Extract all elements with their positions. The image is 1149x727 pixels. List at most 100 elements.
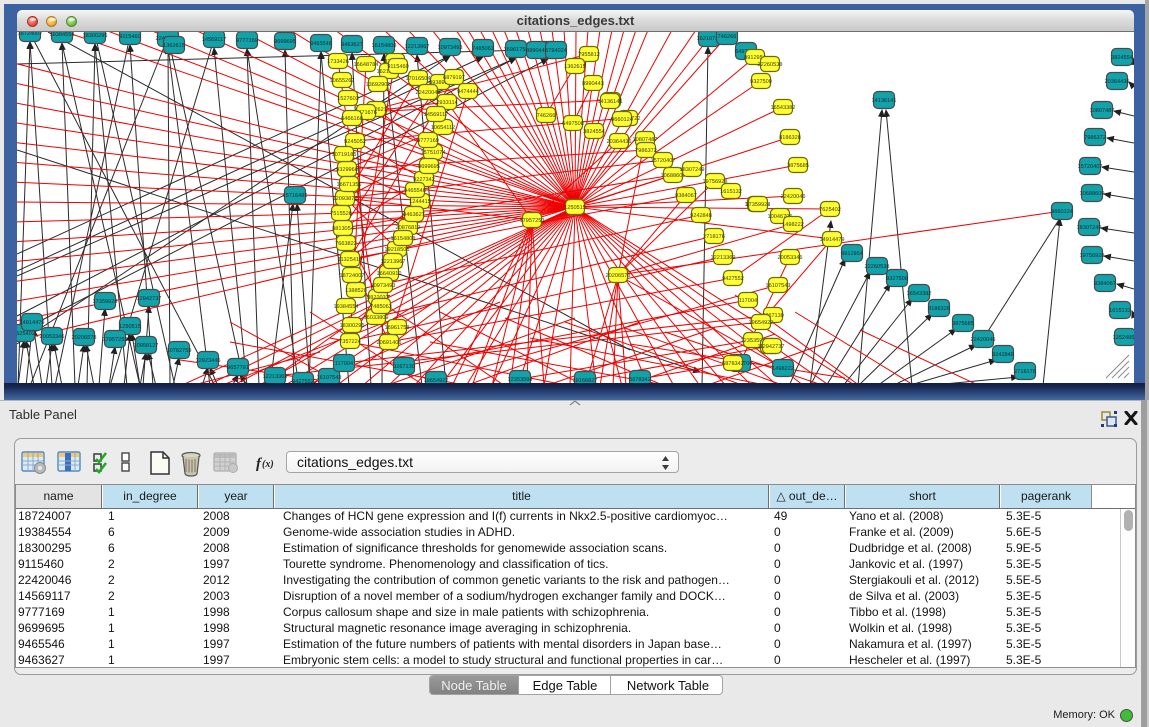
- svg-text:1498222: 1498222: [782, 222, 804, 228]
- svg-text:10655267: 10655267: [330, 78, 355, 84]
- svg-text:16033809: 16033809: [364, 315, 389, 321]
- svg-text:9384067: 9384067: [1094, 281, 1116, 287]
- svg-text:746266: 746266: [537, 113, 556, 119]
- svg-text:15720407: 15720407: [651, 158, 676, 164]
- svg-text:8186328: 8186328: [779, 135, 801, 141]
- svg-text:9327509: 9327509: [750, 79, 772, 85]
- svg-text:16107543: 16107543: [317, 375, 342, 381]
- svg-text:12942737: 12942737: [137, 296, 162, 302]
- svg-text:9463627: 9463627: [403, 212, 425, 218]
- svg-text:18300295: 18300295: [83, 33, 108, 39]
- svg-text:9242848: 9242848: [992, 352, 1014, 358]
- svg-text:3824554: 3824554: [1111, 55, 1133, 61]
- svg-text:17359924: 17359924: [93, 299, 118, 305]
- svg-text:7663822: 7663822: [335, 241, 357, 247]
- svg-text:9699695: 9699695: [418, 164, 440, 170]
- svg-text:22420046: 22420046: [971, 337, 996, 343]
- svg-text:8912954: 8912954: [841, 251, 863, 257]
- svg-text:18307249: 18307249: [680, 167, 705, 173]
- svg-text:5878342: 5878342: [722, 361, 744, 367]
- svg-text:16154808: 16154808: [372, 43, 397, 49]
- svg-text:9657791: 9657791: [227, 365, 249, 371]
- svg-text:16671355: 16671355: [337, 182, 362, 188]
- svg-text:18307249: 18307249: [1077, 225, 1102, 231]
- svg-text:12213369: 12213369: [263, 374, 288, 380]
- svg-text:9115460: 9115460: [119, 34, 140, 40]
- svg-text:12213369: 12213369: [711, 255, 736, 261]
- svg-text:17957253: 17957253: [520, 218, 545, 224]
- svg-text:6497508: 6497508: [562, 121, 584, 127]
- svg-text:1250515: 1250515: [564, 205, 586, 211]
- svg-text:9777169: 9777169: [236, 38, 258, 44]
- svg-text:16107543: 16107543: [766, 283, 791, 289]
- svg-text:6794024: 6794024: [545, 48, 567, 54]
- svg-text:9660124: 9660124: [611, 117, 633, 123]
- svg-text:15716485: 15716485: [283, 193, 308, 199]
- svg-text:10958127: 10958127: [134, 343, 159, 349]
- svg-text:16640910: 16640910: [377, 271, 402, 277]
- svg-text:16154808: 16154808: [391, 236, 416, 242]
- svg-text:20053346: 20053346: [778, 255, 803, 261]
- svg-text:13524851: 13524851: [1113, 335, 1134, 341]
- svg-text:12213967: 12213967: [405, 44, 430, 50]
- svg-text:9699695: 9699695: [274, 39, 296, 45]
- svg-text:20053346: 20053346: [40, 334, 65, 340]
- svg-text:3824554: 3824554: [583, 129, 605, 135]
- svg-text:6466160: 6466160: [341, 116, 363, 122]
- svg-text:14914479: 14914479: [20, 320, 45, 326]
- svg-text:13692901: 13692901: [366, 82, 391, 88]
- svg-text:3875685: 3875685: [952, 321, 974, 327]
- svg-text:14914479: 14914479: [820, 237, 845, 243]
- svg-text:117004: 117004: [335, 361, 353, 367]
- svg-text:14569117: 14569117: [202, 37, 226, 43]
- svg-text:12093872: 12093872: [333, 196, 358, 202]
- svg-text:1388520: 1388520: [345, 288, 367, 294]
- svg-text:18300295: 18300295: [340, 323, 365, 329]
- svg-text:16543382: 16543382: [771, 105, 796, 111]
- svg-text:19384554: 19384554: [50, 32, 75, 38]
- svg-text:9474444: 9474444: [457, 89, 479, 95]
- svg-text:17359924: 17359924: [746, 202, 771, 208]
- svg-text:20206578: 20206578: [606, 273, 631, 279]
- svg-text:7357224: 7357224: [339, 339, 361, 345]
- svg-text:(x): (x): [262, 459, 274, 470]
- svg-text:8990443: 8990443: [582, 81, 604, 87]
- svg-text:19654922: 19654922: [424, 378, 449, 383]
- svg-text:17957253: 17957253: [103, 337, 128, 343]
- svg-text:1244415: 1244415: [409, 199, 431, 205]
- svg-text:9465546: 9465546: [310, 41, 332, 47]
- svg-text:9660124: 9660124: [1051, 209, 1073, 215]
- svg-text:1733426: 1733426: [327, 59, 349, 65]
- svg-text:7485063: 7485063: [472, 46, 494, 52]
- svg-text:9465546: 9465546: [404, 188, 426, 194]
- svg-text:1615132: 1615132: [720, 189, 742, 195]
- svg-text:14136141: 14136141: [598, 99, 623, 105]
- svg-text:9384067: 9384067: [675, 193, 697, 199]
- svg-text:7515526: 7515526: [330, 211, 352, 217]
- svg-text:22420046: 22420046: [781, 194, 806, 200]
- svg-text:15720407: 15720407: [1078, 164, 1103, 170]
- svg-text:20364436: 20364436: [1105, 79, 1130, 85]
- svg-text:3875685: 3875685: [787, 163, 809, 169]
- svg-text:1615132: 1615132: [1109, 308, 1131, 314]
- svg-text:19384554: 19384554: [334, 304, 359, 310]
- svg-text:3267130: 3267130: [393, 364, 415, 370]
- svg-text:117004: 117004: [739, 298, 757, 304]
- svg-text:15751074: 15751074: [421, 150, 446, 156]
- svg-text:12942737: 12942737: [760, 344, 785, 350]
- svg-text:20206578: 20206578: [72, 335, 97, 341]
- svg-text:6879197: 6879197: [443, 75, 465, 81]
- svg-text:7986372: 7986372: [635, 148, 657, 154]
- svg-text:9463627: 9463627: [341, 42, 363, 48]
- svg-text:18724007: 18724007: [18, 32, 43, 37]
- svg-text:2933114: 2933114: [436, 100, 457, 106]
- svg-text:10782759: 10782759: [167, 348, 192, 354]
- svg-text:7986372: 7986372: [1084, 135, 1106, 141]
- svg-text:22260538: 22260538: [758, 62, 783, 68]
- svg-text:7485063: 7485063: [370, 304, 392, 310]
- svg-text:20691406: 20691406: [377, 340, 402, 346]
- svg-text:16961758: 16961758: [385, 325, 410, 331]
- svg-text:9777169: 9777169: [417, 138, 439, 144]
- svg-text:9329966: 9329966: [336, 167, 358, 173]
- svg-text:9242848: 9242848: [690, 213, 712, 219]
